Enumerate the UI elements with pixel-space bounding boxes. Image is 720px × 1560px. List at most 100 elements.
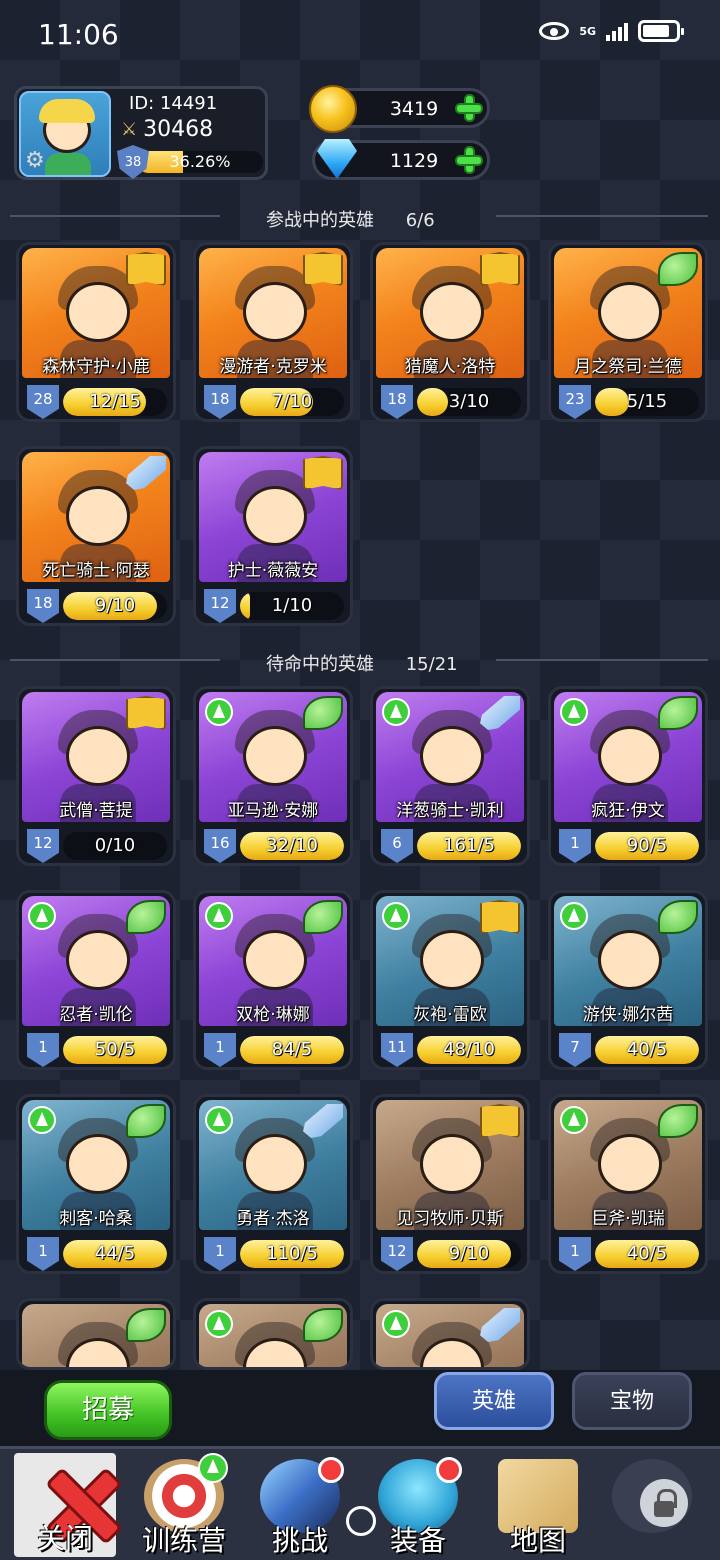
avatar[interactable]: ⚙ <box>19 91 111 177</box>
leaf-class-icon <box>658 696 698 730</box>
hero-level-badge: 1 <box>559 829 591 863</box>
hero-card[interactable]: 死亡骑士·阿瑟 18 9/10 <box>16 446 176 626</box>
hero-card[interactable] <box>16 1298 176 1370</box>
hero-portrait: 游侠·娜尔茜 <box>554 896 702 1026</box>
hero-card[interactable] <box>370 1298 530 1370</box>
hero-card[interactable]: 游侠·娜尔茜 7 40/5 <box>548 890 708 1070</box>
hero-card[interactable]: 见习牧师·贝斯 12 9/10 <box>370 1094 530 1274</box>
hero-card[interactable]: 漫游者·克罗米 18 7/10 <box>193 242 353 422</box>
hero-face <box>420 930 484 990</box>
hero-card[interactable]: 月之祭司·兰德 23 5/15 <box>548 242 708 422</box>
hero-shard-progress: 3/10 <box>417 388 521 416</box>
upgrade-arrow-icon <box>382 1310 410 1338</box>
hero-level-badge: 1 <box>27 1033 59 1067</box>
player-profile[interactable]: ⚙ ID: 14491 ⚔ 30468 36.26% 38 <box>14 86 268 180</box>
hero-card[interactable]: 猎魔人·洛特 18 3/10 <box>370 242 530 422</box>
hero-face <box>243 486 307 546</box>
hero-face <box>243 282 307 342</box>
hero-card[interactable]: 巨斧·凯瑞 1 40/5 <box>548 1094 708 1274</box>
hero-card[interactable] <box>193 1298 353 1370</box>
tab-heroes[interactable]: 英雄 <box>434 1372 554 1430</box>
gear-icon[interactable]: ⚙ <box>25 148 45 173</box>
upgrade-arrow-icon <box>560 1106 588 1134</box>
leaf-class-icon <box>658 1104 698 1138</box>
player-level-badge: 38 <box>117 145 149 179</box>
hero-card[interactable]: 双枪·琳娜 1 84/5 <box>193 890 353 1070</box>
deployed-section-title: 参战中的英雄 6/6 <box>266 206 435 232</box>
hero-name: 死亡骑士·阿瑟 <box>42 561 150 581</box>
nav-challenge[interactable]: 挑战 <box>248 1455 352 1559</box>
divider <box>496 215 708 217</box>
hero-card[interactable]: 护士·薇薇安 12 1/10 <box>193 446 353 626</box>
progress-text: 9/10 <box>448 1243 490 1264</box>
gold-coin-icon <box>309 85 357 133</box>
hero-portrait: 刺客·哈桑 <box>22 1100 170 1230</box>
nav-locked[interactable] <box>600 1455 704 1559</box>
hero-name: 灰袍·雷欧 <box>413 1005 487 1025</box>
add-gems-button[interactable] <box>455 146 483 174</box>
hero-shard-progress: 32/10 <box>240 832 344 860</box>
recruit-button[interactable]: 招募 <box>44 1380 172 1440</box>
hero-face <box>66 726 130 786</box>
nav-equipment[interactable]: 装备 <box>366 1455 470 1559</box>
hero-portrait: 灰袍·雷欧 <box>376 896 524 1026</box>
hero-level-badge: 1 <box>27 1237 59 1271</box>
hero-card[interactable]: 灰袍·雷欧 11 48/10 <box>370 890 530 1070</box>
nav-challenge-label: 挑战 <box>271 1524 328 1557</box>
divider <box>496 659 708 661</box>
hero-card[interactable]: 疯狂·伊文 1 90/5 <box>548 686 708 866</box>
leaf-class-icon <box>303 1308 343 1342</box>
hero-card[interactable]: 森林守护·小鹿 28 12/15 <box>16 242 176 422</box>
combat-power-value: 30468 <box>143 117 214 142</box>
nav-map[interactable]: 地图 <box>486 1455 590 1559</box>
hero-card[interactable]: 勇者·杰洛 1 110/5 <box>193 1094 353 1274</box>
deployed-title: 参战中的英雄 <box>266 210 374 231</box>
progress-text: 1/10 <box>271 595 313 616</box>
hero-level-badge: 28 <box>27 385 59 419</box>
progress-text: 110/5 <box>266 1243 318 1264</box>
hero-name: 刺客·哈桑 <box>59 1209 133 1229</box>
book-class-icon <box>303 252 343 286</box>
hero-card[interactable]: 刺客·哈桑 1 44/5 <box>16 1094 176 1274</box>
network-type: 5G <box>579 24 596 38</box>
upgrade-available-icon <box>198 1453 228 1483</box>
tab-treasures[interactable]: 宝物 <box>572 1372 692 1430</box>
leaf-class-icon <box>126 1308 166 1342</box>
hero-card[interactable]: 亚马逊·安娜 16 32/10 <box>193 686 353 866</box>
hero-level-badge: 12 <box>381 1237 413 1271</box>
hero-shard-progress: 90/5 <box>595 832 699 860</box>
book-class-icon <box>303 456 343 490</box>
combat-power: ⚔ 30468 <box>121 117 213 142</box>
hero-level-badge: 7 <box>559 1033 591 1067</box>
signal-icon <box>606 21 628 41</box>
hero-level-badge: 11 <box>381 1033 413 1067</box>
hero-name: 疯狂·伊文 <box>591 801 665 821</box>
hero-portrait: 见习牧师·贝斯 <box>376 1100 524 1230</box>
hero-name: 亚马逊·安娜 <box>227 801 319 821</box>
progress-text: 9/10 <box>94 595 136 616</box>
hero-card[interactable]: 武僧·菩提 12 0/10 <box>16 686 176 866</box>
standby-section-title: 待命中的英雄 15/21 <box>266 650 458 676</box>
nav-equipment-label: 装备 <box>389 1524 446 1557</box>
gem-counter: 1129 <box>312 139 490 180</box>
leaf-class-icon <box>658 900 698 934</box>
add-gold-button[interactable] <box>455 94 483 122</box>
hero-name: 月之祭司·兰德 <box>574 357 682 377</box>
progress-text: 84/5 <box>271 1039 313 1060</box>
nav-training[interactable]: 训练营 <box>132 1453 236 1559</box>
exp-bar: 36.26% <box>137 151 263 173</box>
hero-shard-progress: 5/15 <box>595 388 699 416</box>
hero-portrait: 疯狂·伊文 <box>554 692 702 822</box>
hero-portrait: 亚马逊·安娜 <box>199 692 347 822</box>
divider <box>10 659 220 661</box>
home-indicator[interactable] <box>346 1506 376 1536</box>
progress-text: 44/5 <box>94 1243 136 1264</box>
progress-text: 5/15 <box>626 391 668 412</box>
hero-card[interactable]: 忍者·凯伦 1 50/5 <box>16 890 176 1070</box>
hero-level-badge: 18 <box>381 385 413 419</box>
upgrade-arrow-icon <box>205 698 233 726</box>
locked-slot <box>612 1459 692 1533</box>
nav-close[interactable]: 关闭 <box>14 1453 116 1557</box>
battery-icon <box>638 20 684 42</box>
hero-card[interactable]: 洋葱骑士·凯利 6 161/5 <box>370 686 530 866</box>
